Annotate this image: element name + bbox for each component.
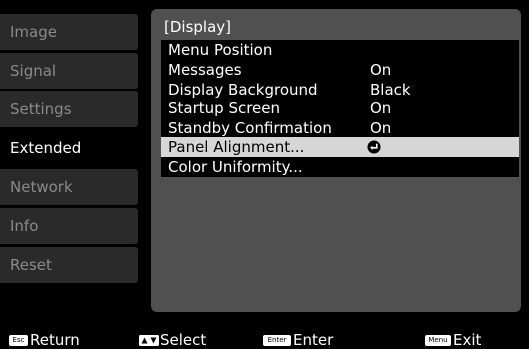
select-label: Select [160,331,207,349]
menu-item-label: Messages [168,61,242,79]
tab-network[interactable]: Network [0,169,138,205]
exit-label: Exit [453,331,482,349]
menu-item-color-uniformity[interactable]: Color Uniformity... [161,157,519,177]
enter-icon [367,140,381,154]
sidebar-menu: Image Signal Settings Extended Network I… [0,0,142,316]
menu-item-panel-alignment[interactable]: Panel Alignment... [161,137,519,157]
menu-item-label: Startup Screen [168,99,281,117]
menu-item-messages[interactable]: Messages On [161,60,519,80]
enter-label: Enter [293,331,334,349]
menu-key-icon: Menu [425,335,451,346]
return-label: Return [30,331,80,349]
tab-image[interactable]: Image [0,14,138,50]
menu-item-menu-position[interactable]: Menu Position [161,40,519,60]
panel-title: [Display] [164,18,231,36]
menu-item-label: Display Background [168,81,318,99]
esc-key-icon: Esc [9,335,28,346]
up-down-arrows-icon [139,335,159,346]
menu-item-value: On [370,119,392,137]
menu-item-value: On [370,61,392,79]
menu-item-display-background[interactable]: Display Background Black [161,80,519,100]
enter-key-icon: Enter [263,335,291,346]
tab-extended[interactable]: Extended [0,130,142,166]
menu-item-standby-confirmation[interactable]: Standby Confirmation On [161,118,519,138]
menu-item-label: Color Uniformity... [168,158,303,176]
menu-item-label: Menu Position [168,41,273,59]
tab-signal[interactable]: Signal [0,53,138,89]
menu-item-value: On [370,99,392,117]
menu-item-value: Black [370,81,411,99]
menu-item-startup-screen[interactable]: Startup Screen On [161,98,519,118]
tab-info[interactable]: Info [0,208,138,244]
display-settings-panel: [Display] Menu Position Messages On Disp… [151,9,521,312]
menu-item-label: Panel Alignment... [168,138,305,156]
tab-reset[interactable]: Reset [0,247,138,283]
menu-item-label: Standby Confirmation [168,119,332,137]
button-guide-bar: Esc Return Select Enter Enter Menu Exit [0,331,529,349]
tab-settings[interactable]: Settings [0,91,138,127]
